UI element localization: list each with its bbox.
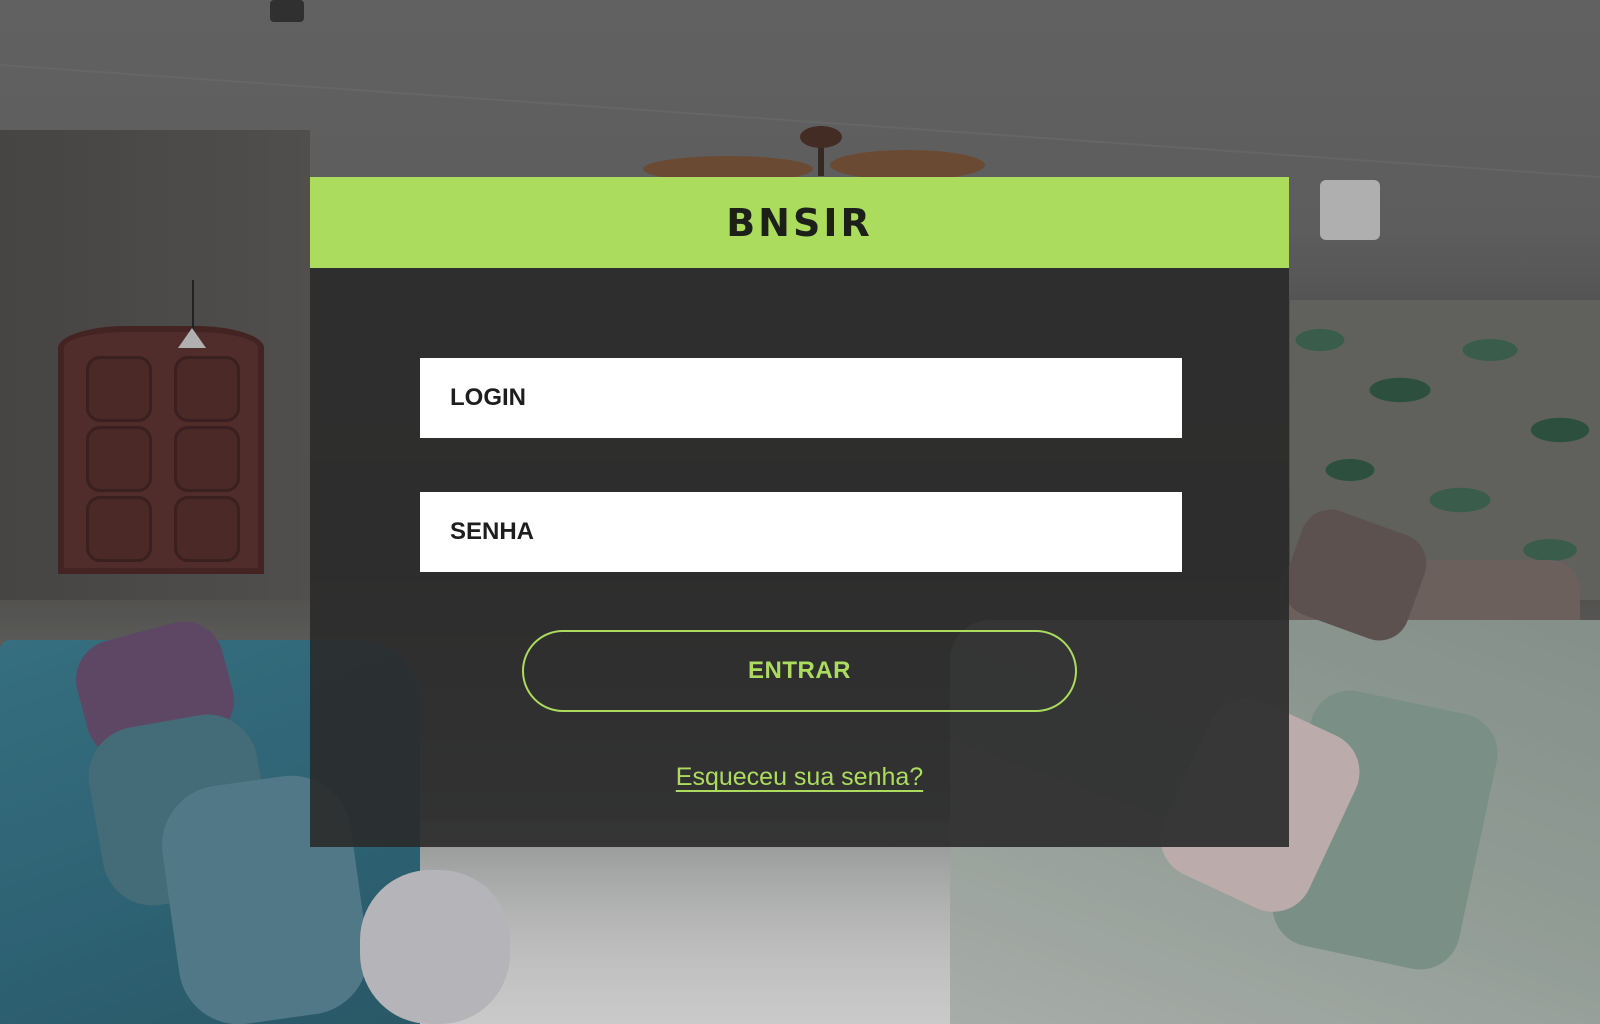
login-input[interactable] [448, 357, 1154, 439]
password-input[interactable] [448, 491, 1154, 573]
password-field[interactable] [420, 491, 1182, 573]
forgot-password-container: Esqueceu sua senha? [310, 763, 1289, 792]
login-field[interactable] [420, 357, 1182, 439]
login-panel: BNSIR ENTRAR Esqueceu sua senha? [310, 177, 1289, 847]
forgot-password-link[interactable]: Esqueceu sua senha? [676, 763, 923, 791]
login-header: BNSIR [310, 177, 1289, 268]
login-button[interactable]: ENTRAR [522, 630, 1077, 712]
brand-logo: BNSIR [726, 200, 873, 245]
